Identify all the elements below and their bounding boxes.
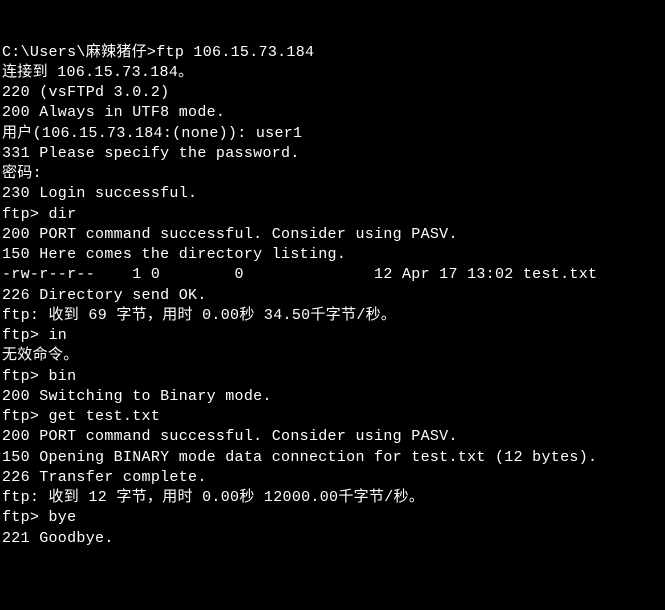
terminal-line: 220 (vsFTPd 3.0.2) [2, 83, 665, 103]
terminal-line: 150 Here comes the directory listing. [2, 245, 665, 265]
terminal-line: 226 Transfer complete. [2, 468, 665, 488]
terminal-line: ftp: 收到 69 字节，用时 0.00秒 34.50千字节/秒。 [2, 306, 665, 326]
terminal-line: 200 PORT command successful. Consider us… [2, 225, 665, 245]
terminal-line: 230 Login successful. [2, 184, 665, 204]
terminal-line: ftp: 收到 12 字节，用时 0.00秒 12000.00千字节/秒。 [2, 488, 665, 508]
terminal-line: 无效命令。 [2, 346, 665, 366]
terminal-line: 331 Please specify the password. [2, 144, 665, 164]
terminal-line: ftp> bin [2, 367, 665, 387]
terminal-line: ftp> in [2, 326, 665, 346]
terminal-line: 200 Always in UTF8 mode. [2, 103, 665, 123]
terminal-line: ftp> bye [2, 508, 665, 528]
terminal-line: 连接到 106.15.73.184。 [2, 63, 665, 83]
terminal-line: C:\Users\麻辣猪仔>ftp 106.15.73.184 [2, 43, 665, 63]
terminal-line: 226 Directory send OK. [2, 286, 665, 306]
terminal-line: 200 PORT command successful. Consider us… [2, 427, 665, 447]
terminal-line: 200 Switching to Binary mode. [2, 387, 665, 407]
terminal-line: 221 Goodbye. [2, 529, 665, 549]
terminal-line: 密码: [2, 164, 665, 184]
terminal-line: ftp> get test.txt [2, 407, 665, 427]
terminal-output[interactable]: C:\Users\麻辣猪仔>ftp 106.15.73.184连接到 106.1… [2, 43, 665, 549]
terminal-line: ftp> dir [2, 205, 665, 225]
terminal-line: -rw-r--r-- 1 0 0 12 Apr 17 13:02 test.tx… [2, 265, 665, 285]
terminal-line: 用户(106.15.73.184:(none)): user1 [2, 124, 665, 144]
terminal-line: 150 Opening BINARY mode data connection … [2, 448, 665, 468]
